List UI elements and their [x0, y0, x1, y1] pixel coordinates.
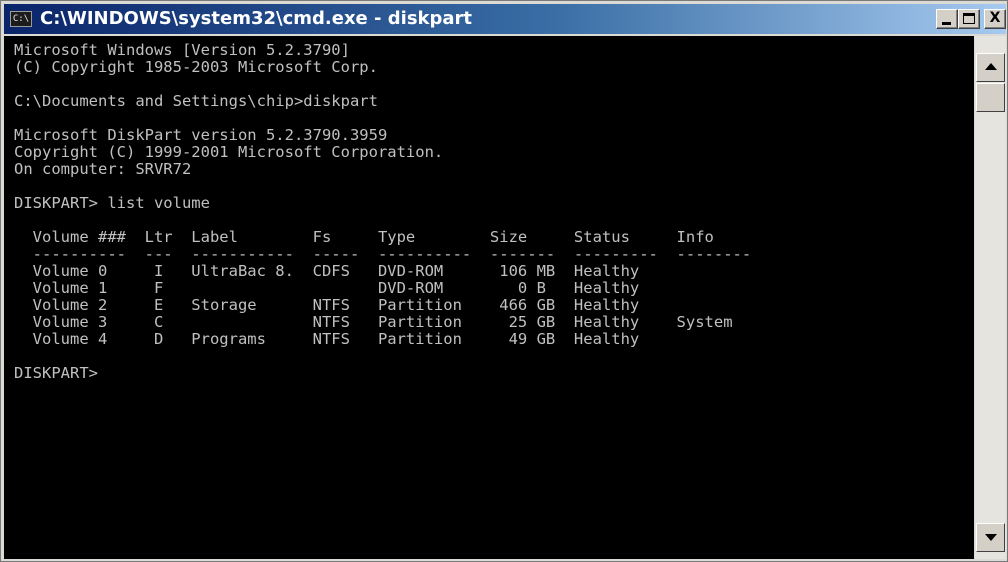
console-line: Microsoft Windows [Version 5.2.3790] — [14, 41, 350, 59]
console-line: (C) Copyright 1985-2003 Microsoft Corp. — [14, 58, 378, 76]
console-line: Volume ### Ltr Label Fs Type Size Status… — [14, 228, 714, 246]
console-line: ---------- --- ----------- ----- -------… — [14, 245, 752, 263]
arrow-up-icon — [985, 63, 997, 70]
minimize-button[interactable] — [936, 9, 958, 29]
console-line: DISKPART> — [14, 364, 108, 382]
close-icon: X — [989, 10, 1001, 26]
cmd-icon[interactable]: C:\ — [10, 11, 32, 27]
cmd-window: C:\ C:\WINDOWS\system32\cmd.exe - diskpa… — [0, 0, 1008, 562]
window-title: C:\WINDOWS\system32\cmd.exe - diskpart — [40, 8, 473, 29]
scrollbar-thumb[interactable] — [976, 83, 1005, 112]
console-line: Volume 0 I UltraBac 8. CDFS DVD-ROM 106 … — [14, 262, 640, 280]
title-bar[interactable]: C:\ C:\WINDOWS\system32\cmd.exe - diskpa… — [4, 4, 1006, 34]
maximize-button[interactable] — [958, 9, 980, 29]
console-line: On computer: SRVR72 — [14, 160, 192, 178]
close-button[interactable]: X — [984, 9, 1006, 29]
scroll-up-button[interactable] — [976, 53, 1005, 82]
console-line: Volume 4 D Programs NTFS Partition 49 GB… — [14, 330, 640, 348]
minimize-icon — [942, 22, 951, 25]
console-line: Volume 3 C NTFS Partition 25 GB Healthy … — [14, 313, 733, 331]
scroll-down-button[interactable] — [976, 523, 1005, 552]
console-text: Microsoft Windows [Version 5.2.3790] (C)… — [4, 36, 974, 382]
console-line: DISKPART> list volume — [14, 194, 210, 212]
console-line: Volume 1 F DVD-ROM 0 B Healthy — [14, 279, 640, 297]
console-line: Microsoft DiskPart version 5.2.3790.3959 — [14, 126, 388, 144]
console-line: Volume 2 E Storage NTFS Partition 466 GB… — [14, 296, 640, 314]
console-output[interactable]: Microsoft Windows [Version 5.2.3790] (C)… — [4, 36, 974, 559]
vertical-scrollbar[interactable] — [975, 36, 1006, 559]
console-line: C:\Documents and Settings\chip>diskpart — [14, 92, 378, 110]
maximize-icon — [963, 13, 975, 24]
arrow-down-icon — [985, 534, 997, 541]
console-line: Copyright (C) 1999-2001 Microsoft Corpor… — [14, 143, 444, 161]
